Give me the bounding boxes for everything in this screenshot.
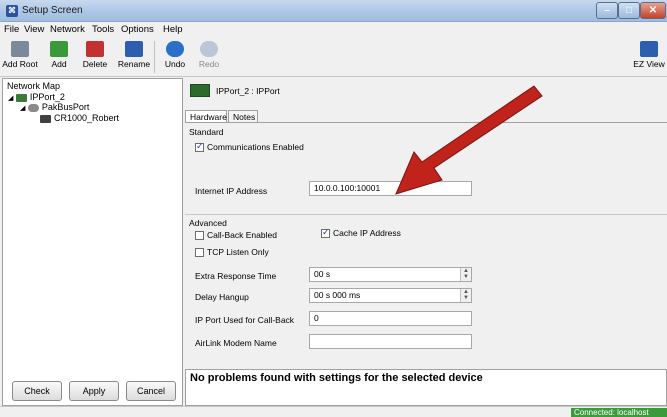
add-label: Add [51,59,67,69]
network-map-title: Network Map [7,81,61,91]
ip-address-label: Internet IP Address [195,186,268,196]
menu-options[interactable]: Options [121,24,154,35]
delete-button[interactable]: Delete [78,39,112,75]
ip-port-callback-field[interactable]: 0 [309,311,472,326]
window-title: Setup Screen [22,5,83,16]
extra-response-value: 00 s [314,269,331,279]
tree-node-label: PakBusPort [41,102,90,112]
check-button[interactable]: Check [12,381,62,401]
extra-response-label: Extra Response Time [195,271,277,281]
undo-icon [166,41,184,57]
airlink-modem-label: AirLink Modem Name [195,338,277,348]
checkbox-unchecked-icon[interactable] [195,231,204,241]
validation-message: No problems found with settings for the … [190,372,483,384]
ipport-icon [15,93,27,102]
delete-label: Delete [82,59,108,69]
ez-view-icon [640,41,658,57]
add-root-icon [11,41,29,57]
checkbox-checked-icon[interactable] [195,141,204,153]
add-root-label: Add Root [2,59,38,69]
undo-label: Undo [164,59,186,69]
standard-section-title: Standard [189,127,224,137]
device-icon [190,84,210,97]
checkbox-checked-icon[interactable] [321,227,330,239]
checkbox-unchecked-icon[interactable] [195,248,204,258]
cache-ip-label: Cache IP Address [333,228,401,238]
add-root-button[interactable]: Add Root [2,39,38,75]
advanced-section-title: Advanced [189,218,227,228]
rename-label: Rename [117,59,151,69]
add-icon [50,41,68,57]
title-bar: ⌘ Setup Screen – □ ✕ [0,0,667,22]
ez-view-label: EZ View [633,59,665,69]
connection-status: Connected: localhost [571,408,667,417]
tree-node-pakbusport[interactable]: ◢ PakBusPort [20,102,89,112]
callback-enabled-label: Call-Back Enabled [207,230,277,240]
tree-node-ipport[interactable]: ◢ IPPort_2 [8,92,65,102]
rename-button[interactable]: Rename [116,39,152,75]
toolbar: Add Root Add Delete Rename Undo Redo EZ … [0,37,667,77]
delay-hangup-spinner[interactable]: 00 s 000 ms ▲ ▼ [309,288,472,303]
tree-node-cr1000[interactable]: CR1000_Robert [40,113,119,123]
comms-enabled-label: Communications Enabled [207,142,304,152]
menu-bar: File View Network Tools Options Help [0,22,667,37]
callback-enabled-checkbox[interactable]: Call-Back Enabled [195,230,277,241]
network-map-panel: Network Map ◢ IPPort_2 ◢ PakBusPort CR10… [2,78,183,406]
redo-label: Redo [198,59,220,69]
airlink-modem-field[interactable] [309,334,472,349]
cancel-button[interactable]: Cancel [126,381,176,401]
spinner-arrows-icon[interactable]: ▲ ▼ [460,268,471,281]
menu-network[interactable]: Network [50,24,85,35]
ez-view-button[interactable]: EZ View [632,39,666,75]
menu-help[interactable]: Help [163,24,183,35]
toolbar-separator [154,41,155,73]
tree-collapse-icon[interactable]: ◢ [8,95,13,102]
add-button[interactable]: Add [44,39,74,75]
ip-port-callback-label: IP Port Used for Call-Back [195,315,295,325]
close-button[interactable]: ✕ [640,2,666,19]
maximize-button[interactable]: □ [618,2,640,19]
menu-view[interactable]: View [24,24,44,35]
datalogger-icon [40,114,51,123]
device-header: IPPort_2 : IPPort [216,86,280,96]
menu-file[interactable]: File [4,24,19,35]
cache-ip-checkbox[interactable]: Cache IP Address [321,227,401,239]
tree-node-label: CR1000_Robert [54,113,120,123]
section-divider [185,214,667,215]
tcp-listen-checkbox[interactable]: TCP Listen Only [195,247,269,258]
redo-button[interactable]: Redo [194,39,224,75]
redo-icon [200,41,218,57]
rename-icon [125,41,143,57]
validation-message-box: No problems found with settings for the … [185,369,667,406]
pakbusport-icon [27,103,39,112]
menu-tools[interactable]: Tools [92,24,114,35]
extra-response-spinner[interactable]: 00 s ▲ ▼ [309,267,472,282]
undo-button[interactable]: Undo [160,39,190,75]
spinner-arrows-icon[interactable]: ▲ ▼ [460,289,471,302]
apply-button[interactable]: Apply [69,381,119,401]
tcp-listen-label: TCP Listen Only [207,247,269,257]
delay-hangup-label: Delay Hangup [195,292,249,302]
delay-hangup-value: 00 s 000 ms [314,290,361,300]
app-icon: ⌘ [6,5,18,17]
tree-collapse-icon[interactable]: ◢ [20,105,25,112]
comms-enabled-checkbox[interactable]: Communications Enabled [195,141,304,153]
status-bar: Connected: localhost [0,406,667,417]
delete-icon [86,41,104,57]
tree-node-label: IPPort_2 [29,92,65,102]
annotation-arrow-icon [395,85,543,195]
minimize-button[interactable]: – [596,2,618,19]
